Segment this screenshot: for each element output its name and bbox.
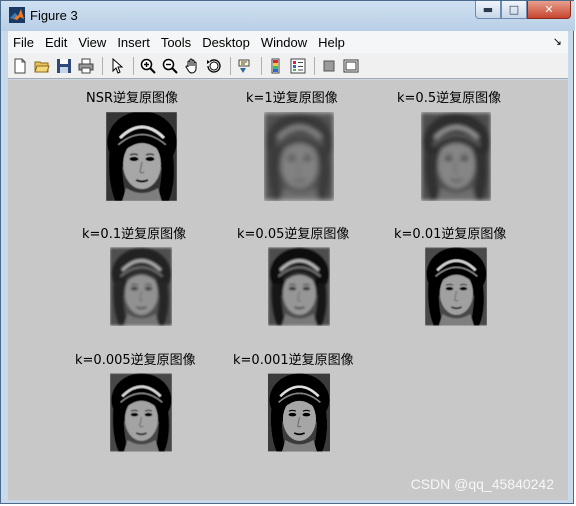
subplot-title: k=0.05逆复原图像 <box>237 227 350 242</box>
restored-image[interactable] <box>110 373 172 452</box>
menu-file[interactable]: File <box>8 35 39 50</box>
restored-image[interactable] <box>106 112 177 201</box>
dock-arrow-icon[interactable]: ↘ <box>553 35 562 48</box>
rotate-3d-icon[interactable] <box>204 56 224 76</box>
restored-image[interactable] <box>264 112 334 201</box>
print-icon[interactable] <box>76 56 96 76</box>
show-plot-tools-icon[interactable] <box>341 56 361 76</box>
menu-tools[interactable]: Tools <box>156 35 196 50</box>
subplot-title: k=0.1逆复原图像 <box>82 227 187 242</box>
subplot-title: NSR逆复原图像 <box>86 91 179 106</box>
menu-insert[interactable]: Insert <box>112 35 155 50</box>
figure-toolbar <box>8 53 568 79</box>
menu-help[interactable]: Help <box>313 35 350 50</box>
minimize-button[interactable]: ▬ <box>475 1 501 19</box>
data-cursor-icon[interactable] <box>235 56 255 76</box>
edit-plot-arrow-icon[interactable] <box>107 56 127 76</box>
subplot-title: k=0.5逆复原图像 <box>397 91 502 106</box>
zoom-in-icon[interactable] <box>138 56 158 76</box>
menu-desktop[interactable]: Desktop <box>197 35 255 50</box>
zoom-out-icon[interactable] <box>160 56 180 76</box>
restored-image[interactable] <box>421 112 491 201</box>
csdn-watermark: CSDN @qq_45840242 <box>410 476 554 492</box>
restored-image[interactable] <box>268 373 330 452</box>
matlab-logo-icon <box>9 7 25 23</box>
hide-plot-tools-icon[interactable] <box>319 56 339 76</box>
restored-image[interactable] <box>268 247 330 326</box>
menu-window[interactable]: Window <box>256 35 312 50</box>
open-file-icon[interactable] <box>32 56 52 76</box>
toolbar-separator <box>230 56 231 75</box>
subplot-title: k=0.01逆复原图像 <box>394 227 507 242</box>
colorbar-icon[interactable] <box>266 56 286 76</box>
toolbar-separator <box>102 56 103 75</box>
toolbar-separator <box>314 56 315 75</box>
toolbar-separator <box>133 56 134 75</box>
restored-image[interactable] <box>110 247 172 326</box>
restored-image[interactable] <box>425 247 487 326</box>
window-title: Figure 3 <box>30 8 78 23</box>
figure-window: Figure 3 ▬ □ ✕ File Edit View Insert Too… <box>0 0 575 504</box>
menu-view[interactable]: View <box>73 35 111 50</box>
title-bar[interactable]: Figure 3 ▬ □ ✕ <box>1 1 575 31</box>
toolbar-separator <box>261 56 262 75</box>
menu-bar: File Edit View Insert Tools Desktop Wind… <box>8 31 568 54</box>
figure-canvas: NSR逆复原图像 k=1逆复原图像 k=0.5逆复原图像 k=0.1逆复原图像 … <box>8 80 568 500</box>
pan-hand-icon[interactable] <box>182 56 202 76</box>
subplot-title: k=1逆复原图像 <box>246 91 338 106</box>
subplot-title: k=0.005逆复原图像 <box>75 353 196 368</box>
menu-edit[interactable]: Edit <box>40 35 72 50</box>
new-figure-icon[interactable] <box>10 56 30 76</box>
subplot-title: k=0.001逆复原图像 <box>233 353 354 368</box>
maximize-button[interactable]: □ <box>501 1 527 19</box>
legend-icon[interactable] <box>288 56 308 76</box>
close-button[interactable]: ✕ <box>527 1 571 19</box>
save-icon[interactable] <box>54 56 74 76</box>
